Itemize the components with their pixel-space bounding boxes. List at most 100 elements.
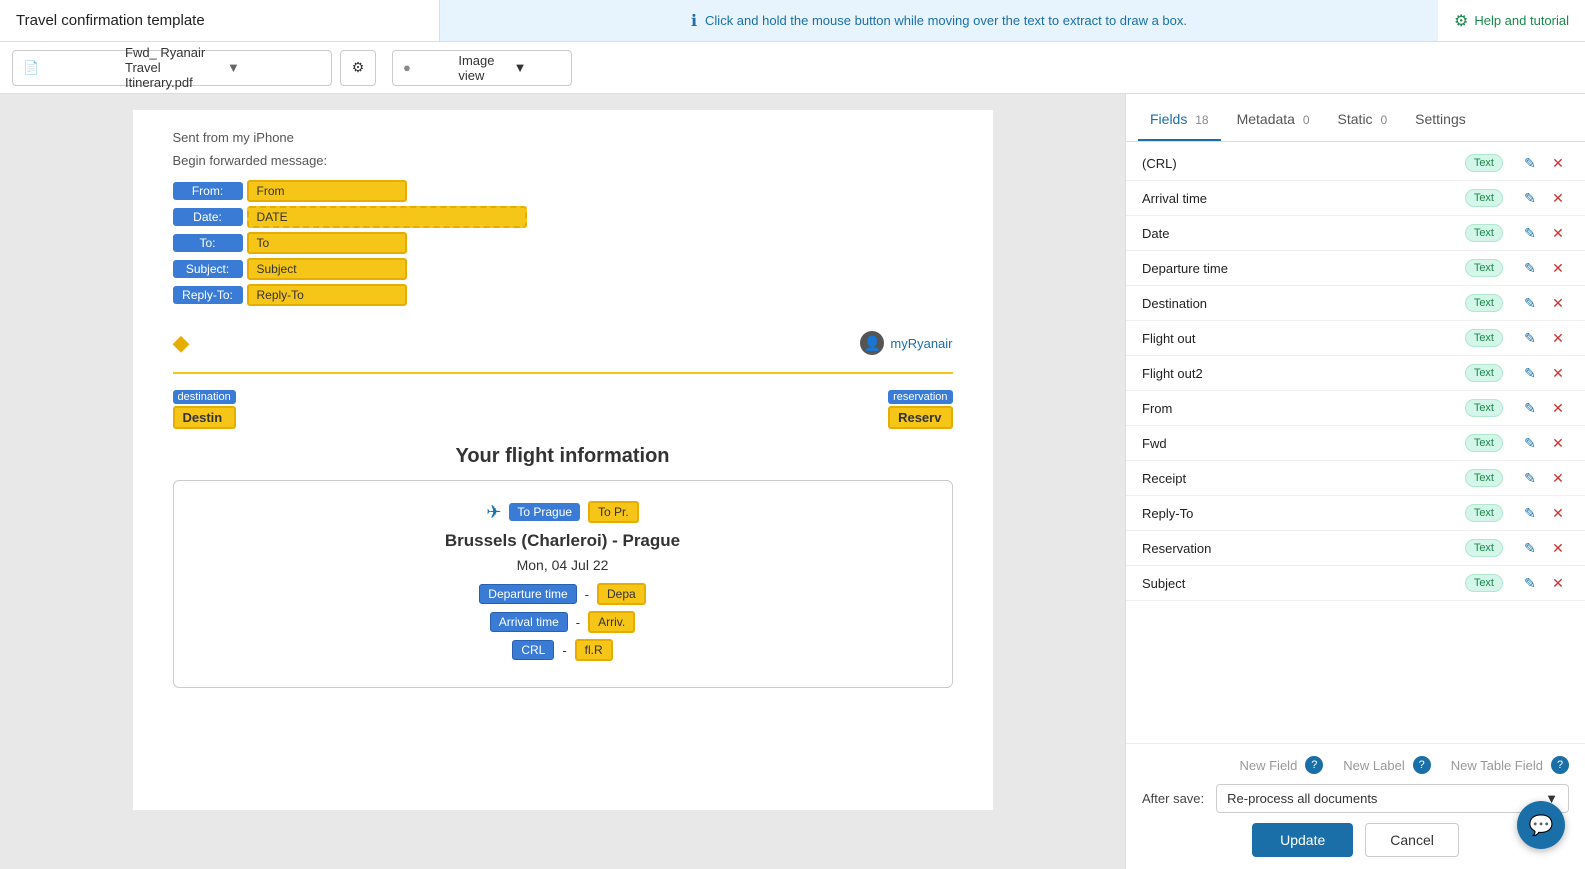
from-value[interactable]: From	[247, 180, 407, 202]
dest-label: destination	[173, 390, 236, 404]
to-field-row: To: To	[173, 232, 953, 254]
edit-icon[interactable]: ✎	[1519, 257, 1541, 279]
field-type-badge: Text	[1465, 154, 1503, 172]
after-save-label: After save:	[1142, 791, 1204, 806]
departure-value[interactable]: Depa	[597, 583, 646, 605]
top-bar: Travel confirmation template ℹ Click and…	[0, 0, 1585, 42]
field-actions: ✎ ✕	[1519, 397, 1569, 419]
edit-icon[interactable]: ✎	[1519, 222, 1541, 244]
delete-icon[interactable]: ✕	[1547, 257, 1569, 279]
delete-icon[interactable]: ✕	[1547, 537, 1569, 559]
ryanair-logo: ◆	[173, 330, 190, 356]
delete-icon[interactable]: ✕	[1547, 152, 1569, 174]
chevron-down-icon: ▼	[227, 60, 321, 75]
new-field-help[interactable]: ?	[1305, 756, 1323, 774]
crl-label: CRL	[512, 640, 554, 660]
field-type-badge: Text	[1465, 539, 1503, 557]
field-type-badge: Text	[1465, 189, 1503, 207]
after-save-select[interactable]: Re-process all documents ▼	[1216, 784, 1569, 813]
delete-icon[interactable]: ✕	[1547, 292, 1569, 314]
date-field-row: Date: DATE	[173, 206, 953, 228]
flight-title: Your flight information	[173, 445, 953, 468]
view-icon: ●	[403, 60, 450, 75]
field-name: Receipt	[1142, 471, 1457, 486]
to-prague-value[interactable]: To Pr.	[588, 501, 639, 523]
view-selector[interactable]: ● Image view ▼	[392, 50, 572, 86]
crl-value[interactable]: fl.R	[575, 639, 613, 661]
field-actions: ✎ ✕	[1519, 362, 1569, 384]
cancel-button[interactable]: Cancel	[1365, 823, 1459, 857]
edit-icon[interactable]: ✎	[1519, 362, 1541, 384]
date-value[interactable]: DATE	[247, 206, 527, 228]
second-bar: 📄 Fwd_ Ryanair Travel Itinerary.pdf ▼ ⚙ …	[0, 42, 1585, 94]
field-type-badge: Text	[1465, 469, 1503, 487]
field-item: (CRL) Text ✎ ✕	[1126, 146, 1585, 181]
edit-icon[interactable]: ✎	[1519, 432, 1541, 454]
tab-fields[interactable]: Fields 18	[1138, 111, 1221, 141]
tab-settings[interactable]: Settings	[1403, 111, 1478, 141]
sent-from-text: Sent from my iPhone	[173, 130, 953, 145]
info-banner: ℹ Click and hold the mouse button while …	[440, 0, 1438, 41]
new-table-label: New Table Field	[1451, 758, 1543, 773]
help-link[interactable]: ⚙ Help and tutorial	[1438, 11, 1585, 31]
field-item: Date Text ✎ ✕	[1126, 216, 1585, 251]
field-type-badge: Text	[1465, 574, 1503, 592]
to-prague-label: To Prague	[509, 503, 580, 521]
field-actions: ✎ ✕	[1519, 187, 1569, 209]
delete-icon[interactable]: ✕	[1547, 327, 1569, 349]
dest-value[interactable]: Destin	[173, 406, 236, 429]
myryanair-link[interactable]: myRyanair	[890, 336, 952, 351]
reply-to-value[interactable]: Reply-To	[247, 284, 407, 306]
file-selector[interactable]: 📄 Fwd_ Ryanair Travel Itinerary.pdf ▼	[12, 50, 332, 86]
reservation-value[interactable]: Reserv	[888, 406, 952, 429]
edit-icon[interactable]: ✎	[1519, 292, 1541, 314]
document-content: Sent from my iPhone Begin forwarded mess…	[133, 110, 993, 810]
field-item: Flight out Text ✎ ✕	[1126, 321, 1585, 356]
document-area: Sent from my iPhone Begin forwarded mess…	[0, 94, 1125, 869]
delete-icon[interactable]: ✕	[1547, 502, 1569, 524]
edit-icon[interactable]: ✎	[1519, 502, 1541, 524]
delete-icon[interactable]: ✕	[1547, 467, 1569, 489]
delete-icon[interactable]: ✕	[1547, 187, 1569, 209]
reservation-label: reservation	[888, 390, 952, 404]
edit-icon[interactable]: ✎	[1519, 572, 1541, 594]
chat-button[interactable]: 💬	[1517, 801, 1565, 849]
edit-icon[interactable]: ✎	[1519, 187, 1541, 209]
filter-button[interactable]: ⚙	[340, 50, 376, 86]
edit-icon[interactable]: ✎	[1519, 152, 1541, 174]
from-field-row: From: From	[173, 180, 953, 202]
field-name: Arrival time	[1142, 191, 1457, 206]
delete-icon[interactable]: ✕	[1547, 397, 1569, 419]
filename-text: Fwd_ Ryanair Travel Itinerary.pdf	[125, 45, 219, 90]
new-label-help[interactable]: ?	[1413, 756, 1431, 774]
reservation-box: reservation Reserv	[888, 390, 952, 429]
tab-metadata[interactable]: Metadata 0	[1225, 111, 1322, 141]
subject-value[interactable]: Subject	[247, 258, 407, 280]
subject-label: Subject:	[173, 260, 243, 278]
arrival-label: Arrival time	[490, 612, 568, 632]
edit-icon[interactable]: ✎	[1519, 397, 1541, 419]
view-label: Image view	[458, 53, 505, 83]
edit-icon[interactable]: ✎	[1519, 467, 1541, 489]
field-actions: ✎ ✕	[1519, 502, 1569, 524]
delete-icon[interactable]: ✕	[1547, 572, 1569, 594]
after-save-row: After save: Re-process all documents ▼	[1142, 784, 1569, 813]
field-name: Departure time	[1142, 261, 1457, 276]
fields-list: (CRL) Text ✎ ✕ Arrival time Text ✎ ✕ Dat…	[1126, 142, 1585, 743]
delete-icon[interactable]: ✕	[1547, 432, 1569, 454]
edit-icon[interactable]: ✎	[1519, 537, 1541, 559]
update-button[interactable]: Update	[1252, 823, 1353, 857]
delete-icon[interactable]: ✕	[1547, 362, 1569, 384]
tab-static[interactable]: Static 0	[1326, 111, 1400, 141]
new-label-label: New Label	[1343, 758, 1404, 773]
delete-icon[interactable]: ✕	[1547, 222, 1569, 244]
edit-icon[interactable]: ✎	[1519, 327, 1541, 349]
arrival-value[interactable]: Arriv.	[588, 611, 635, 633]
user-area: 👤 myRyanair	[860, 331, 952, 355]
app-title: Travel confirmation template	[0, 0, 440, 41]
to-value[interactable]: To	[247, 232, 407, 254]
new-table-help[interactable]: ?	[1551, 756, 1569, 774]
field-type-badge: Text	[1465, 294, 1503, 312]
field-item: Fwd Text ✎ ✕	[1126, 426, 1585, 461]
main-layout: Sent from my iPhone Begin forwarded mess…	[0, 94, 1585, 869]
